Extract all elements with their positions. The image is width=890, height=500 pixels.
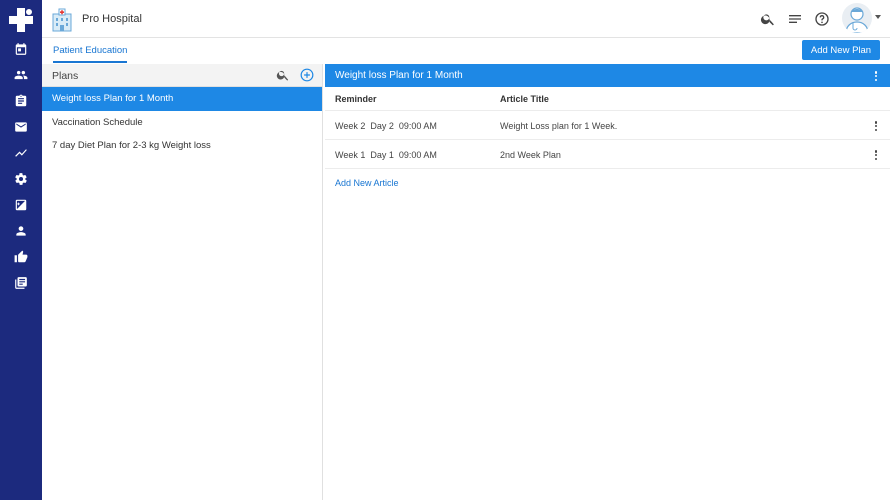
clipboard-icon: [15, 94, 27, 107]
plan-more-options-icon[interactable]: [871, 69, 881, 83]
row-more-options-icon[interactable]: [871, 119, 881, 133]
plan-item[interactable]: Vaccination Schedule: [42, 111, 322, 135]
thumbs-up-icon: [14, 250, 28, 263]
plan-item[interactable]: 7 day Diet Plan for 2-3 kg Weight loss: [42, 134, 322, 158]
person-icon: [16, 226, 26, 236]
plans-header: Plans: [42, 64, 322, 87]
people-icon: [14, 70, 28, 80]
column-header-article-title: Article Title: [500, 94, 549, 104]
nav-gallery[interactable]: [0, 192, 42, 218]
nav-settings[interactable]: [0, 166, 42, 192]
library-icon: [15, 277, 27, 289]
nav-calendar[interactable]: [0, 36, 42, 62]
plans-panel: Plans Weight loss Plan for 1 Month Vacci…: [42, 64, 323, 500]
settings-icon: [15, 173, 27, 185]
mail-icon: [15, 122, 27, 132]
trending-icon: [15, 149, 27, 157]
nav-patients[interactable]: [0, 62, 42, 88]
article-title-cell: Weight Loss plan for 1 Week.: [500, 121, 618, 131]
nav-library[interactable]: [0, 270, 42, 296]
hospital-icon: [52, 8, 72, 32]
image-icon: [15, 199, 27, 211]
table-row[interactable]: Week 2 Day 2 09:00 AM Weight Loss plan f…: [325, 111, 890, 140]
top-bar: Pro Hospital: [42, 0, 890, 38]
add-new-plan-button[interactable]: Add New Plan: [802, 40, 880, 60]
plans-title: Plans: [52, 70, 79, 82]
column-header-reminder: Reminder: [335, 94, 377, 104]
row-more-options-icon[interactable]: [871, 148, 881, 162]
plan-item[interactable]: Weight loss Plan for 1 Month: [42, 87, 322, 111]
avatar-dropdown-caret[interactable]: [875, 15, 881, 19]
search-icon[interactable]: [760, 11, 776, 27]
add-plan-icon[interactable]: [300, 68, 314, 82]
nav-analytics[interactable]: [0, 140, 42, 166]
plan-detail-panel: Weight loss Plan for 1 Month Reminder Ar…: [325, 64, 890, 500]
table-row[interactable]: Week 1 Day 1 09:00 AM 2nd Week Plan: [325, 140, 890, 169]
sidebar: [0, 0, 42, 500]
nav-messages[interactable]: [0, 114, 42, 140]
notes-icon[interactable]: [787, 11, 803, 27]
reminder-cell: Week 2 Day 2 09:00 AM: [335, 121, 437, 131]
plan-detail-title: Weight loss Plan for 1 Month: [335, 70, 463, 81]
help-icon[interactable]: [814, 11, 830, 27]
articles-table-header: Reminder Article Title: [325, 87, 890, 111]
tab-patient-education[interactable]: Patient Education: [53, 45, 128, 63]
add-new-article-link[interactable]: Add New Article: [335, 178, 399, 188]
doctor-avatar[interactable]: [842, 3, 872, 33]
app-logo[interactable]: [7, 6, 35, 34]
nav-profile[interactable]: [0, 218, 42, 244]
reminder-cell: Week 1 Day 1 09:00 AM: [335, 150, 437, 160]
article-title-cell: 2nd Week Plan: [500, 150, 561, 160]
doctor-icon: [845, 7, 869, 33]
hospital-name: Pro Hospital: [82, 13, 142, 25]
plan-detail-header: Weight loss Plan for 1 Month: [325, 64, 890, 87]
search-plans-icon[interactable]: [276, 68, 290, 82]
nav-feedback[interactable]: [0, 244, 42, 270]
calendar-icon: [15, 43, 27, 55]
nav-patient-education[interactable]: [0, 88, 42, 114]
sub-header: Patient Education Add New Plan: [42, 38, 890, 64]
